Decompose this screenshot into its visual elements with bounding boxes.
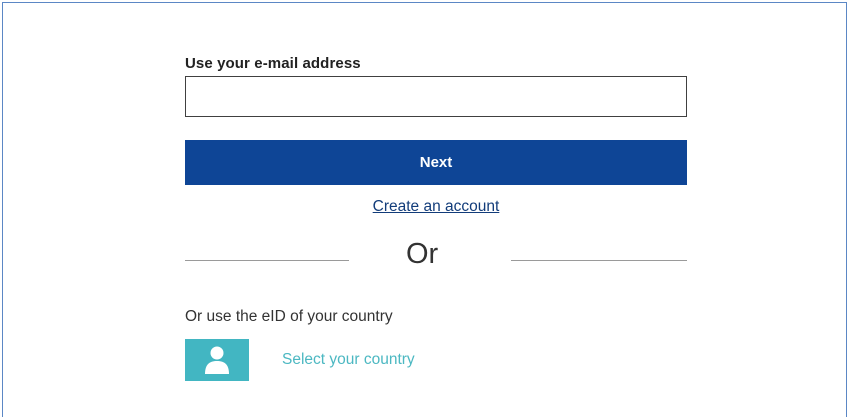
email-label: Use your e-mail address	[185, 55, 361, 72]
select-country-icon-button[interactable]	[185, 339, 249, 381]
or-divider: Or	[185, 238, 687, 278]
select-country-link[interactable]: Select your country	[282, 351, 415, 369]
create-account-link[interactable]: Create an account	[185, 198, 687, 216]
login-panel: Use your e-mail address Next Create an a…	[2, 2, 847, 417]
or-label: Or	[406, 238, 439, 270]
email-field[interactable]	[185, 76, 687, 117]
eid-prompt: Or use the eID of your country	[185, 308, 393, 325]
user-icon	[205, 346, 229, 374]
next-button[interactable]: Next	[185, 140, 687, 185]
divider-line-right	[511, 260, 687, 261]
divider-line-left	[185, 260, 349, 261]
